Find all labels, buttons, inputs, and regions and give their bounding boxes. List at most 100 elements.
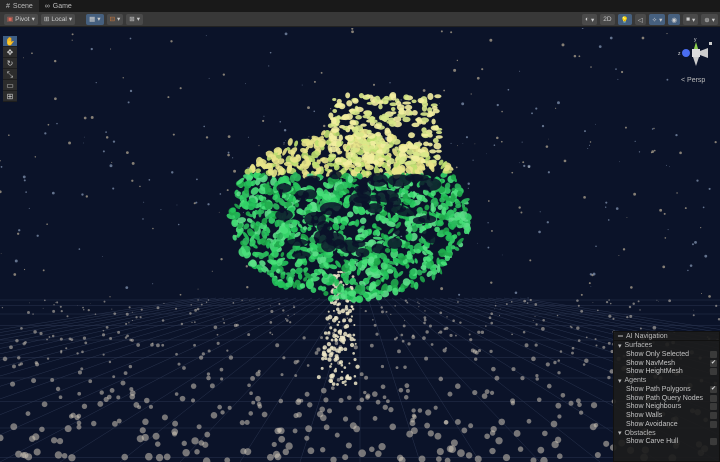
particle [233,169,236,173]
orientation-gizmo[interactable]: y z [676,34,716,82]
checkbox[interactable] [710,411,717,419]
leaf [429,149,437,154]
ground-particle [1,306,4,309]
particle [592,272,596,276]
trunk-particle [336,303,340,307]
checkbox[interactable] [710,350,717,358]
hand-tool[interactable]: ✋ [3,36,17,47]
trunk-particle [338,346,342,351]
toggle-row: Show Carve Hull [614,438,719,447]
leaf [347,153,352,161]
trunk-particle [336,323,340,327]
gizmo-x-neg[interactable] [700,48,708,58]
ground-particle [433,405,438,410]
checkbox[interactable] [710,403,717,411]
checkbox[interactable]: ✔ [710,385,717,393]
hidden-objects-toggle[interactable]: ◉ [668,14,681,25]
ground-particle [42,307,44,309]
particle [620,70,624,74]
particle [467,182,470,185]
ground-particle [551,440,559,449]
ground-particle [217,404,222,410]
lock-icon[interactable] [709,42,712,45]
trunk-particle [338,361,341,364]
2d-toggle[interactable]: 2D [600,14,615,25]
checkbox[interactable] [710,394,717,402]
draw-mode-dropdown[interactable]: ◐ ▾ [582,14,598,25]
ground-particle [326,408,333,414]
local-dropdown[interactable]: ⊞ Local ▾ [40,13,76,25]
ground-particle [302,336,306,340]
checkbox[interactable]: ✔ [710,359,717,367]
leaf [395,155,401,161]
particle [439,103,440,104]
tab-scene[interactable]: # Scene [0,0,39,12]
particle [486,153,487,155]
ground-particle [411,408,416,413]
audio-toggle[interactable]: ◁ [634,14,646,25]
ground-particle [447,391,453,397]
particle [472,159,474,161]
section-obstacles[interactable]: ▾ Obstacles [614,429,719,438]
leaf [366,133,376,139]
grid-visibility-button[interactable]: ⊞ ▾ [126,13,143,25]
particle [31,52,33,55]
trunk-particle [351,275,355,278]
gizmos-dropdown[interactable]: ⊕ ▾ [701,14,718,25]
panel-header[interactable]: ═ AI Navigation [614,332,719,341]
ground-particle [397,349,401,354]
particle [129,89,133,93]
transform-tool[interactable]: ⊞ [3,91,17,102]
ground-particle [502,453,511,462]
checkbox[interactable] [710,438,717,446]
canopy-gap [294,189,309,201]
scale-tool[interactable]: ⤡ [3,69,17,80]
leaf [331,118,337,125]
effects-dropdown[interactable]: ✧ ▾ [648,14,666,25]
particle [521,141,523,143]
particle [708,187,711,190]
ground-particle [469,338,473,342]
leaf [335,161,342,166]
gizmo-z-axis[interactable] [682,49,690,57]
rotate-tool[interactable]: ↻ [3,58,17,69]
lighting-toggle[interactable]: 💡 [617,14,632,25]
gizmo-center[interactable] [692,49,700,57]
particle [53,59,57,63]
ground-particle [121,453,129,461]
tab-game[interactable]: ∞ Game [39,0,78,12]
trunk-particle [337,330,343,335]
particle [595,245,597,248]
ground-particle [105,325,109,329]
trunk-particle [344,304,348,308]
camera-dropdown[interactable]: ■ ▾ [683,14,699,25]
ground-particle [204,431,211,438]
ground-particle [249,391,253,396]
gizmo-down[interactable] [693,57,699,66]
scene-viewport[interactable] [0,28,720,462]
leaf [417,97,425,104]
tab-bar: # Scene ∞ Game [0,0,720,12]
rect-tool[interactable]: ▭ [3,80,17,91]
ground-particle [557,371,561,375]
pivot-dropdown[interactable]: ▣ Pivot ▾ [4,13,38,25]
ground-particle [628,305,632,309]
particle [440,287,444,291]
projection-label[interactable]: < Persp [681,77,705,84]
section-surfaces[interactable]: ▾ Surfaces [614,341,719,350]
ground-particle [194,308,198,312]
checkbox[interactable] [710,420,717,428]
ground-particle [446,316,448,318]
particle [258,145,260,147]
ground-particle [53,304,55,306]
particle [23,179,26,182]
section-agents[interactable]: ▾ Agents [614,376,719,385]
particle [584,130,586,133]
checkbox[interactable] [710,368,717,376]
snap-increment-button[interactable]: ⊟ ▾ [106,13,124,25]
move-tool[interactable]: ✥ [3,47,17,58]
ground-particle [307,447,315,455]
particle [527,164,531,168]
grid-snap-button[interactable]: ▦ ▾ [86,13,104,25]
leaf [409,145,419,150]
